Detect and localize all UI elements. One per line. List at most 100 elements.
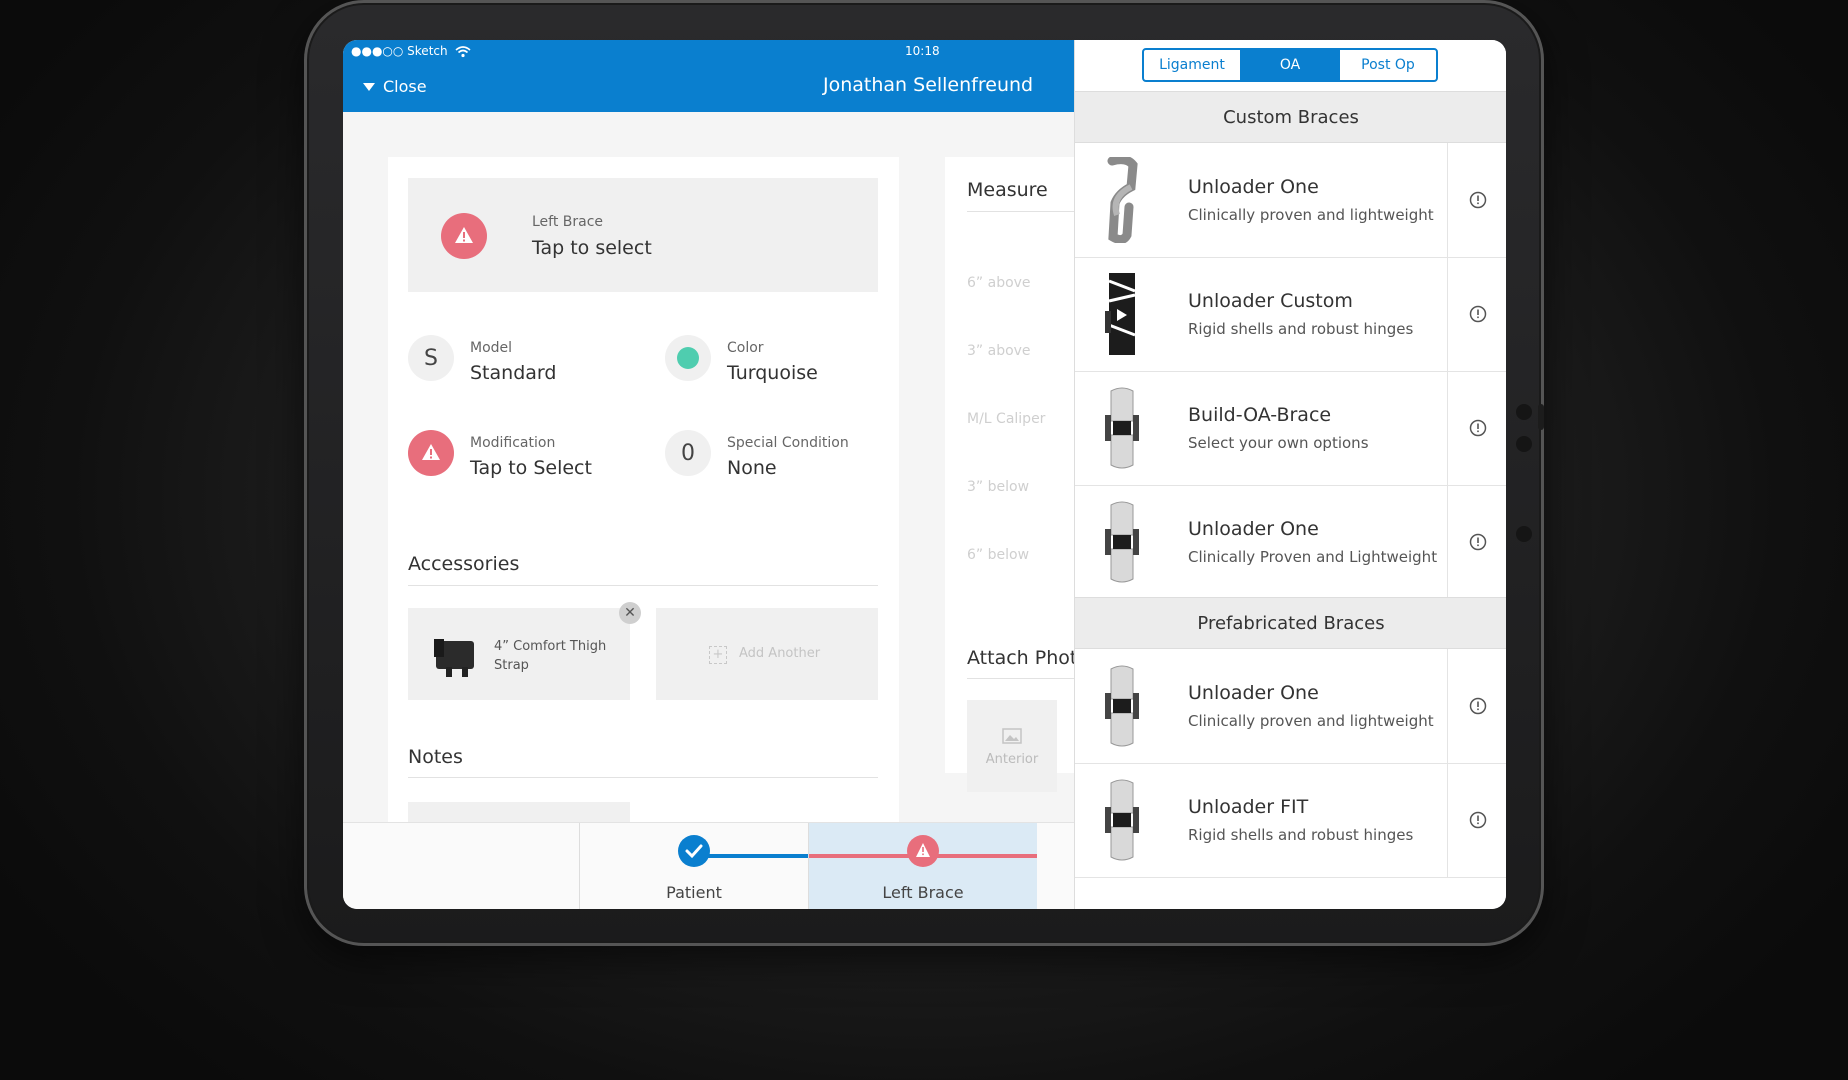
brace-image	[1105, 665, 1139, 747]
step-label: Left Brace	[882, 883, 964, 902]
brace-info-button[interactable]	[1447, 143, 1506, 257]
brace-description: Select your own options	[1188, 434, 1369, 452]
category-segmented-control: Ligament OA Post Op	[1142, 48, 1438, 82]
tab-ligament[interactable]: Ligament	[1144, 50, 1240, 80]
wifi-icon	[455, 45, 471, 57]
model-label: Model	[470, 340, 513, 356]
measure-row[interactable]: M/L Caliper	[967, 411, 1045, 427]
warning-icon	[422, 444, 440, 460]
thigh-strap-image	[434, 639, 474, 677]
divider	[967, 678, 1085, 679]
measure-row[interactable]: 6” above	[967, 275, 1031, 291]
brace-item[interactable]: Unloader Custom Rigid shells and robust …	[1075, 257, 1506, 372]
warning-icon	[907, 835, 939, 867]
accessory-item[interactable]: 4” Comfort Thigh Strap	[408, 608, 630, 700]
step-label: Patient	[666, 883, 722, 902]
remove-accessory-button[interactable]: ✕	[619, 602, 641, 624]
notes-title: Notes	[408, 746, 463, 768]
step-left-brace[interactable]: Left Brace	[808, 823, 1037, 909]
measure-title: Measure	[967, 179, 1048, 201]
camera-dot	[1516, 526, 1532, 542]
brace-details-card: Left Brace Tap to select S Model Standar…	[388, 157, 899, 857]
brace-image	[1105, 501, 1139, 583]
info-icon	[1469, 811, 1487, 829]
info-icon	[1469, 305, 1487, 323]
warning-icon	[455, 227, 473, 243]
carrier-signal: ●●●○○ Sketch	[351, 44, 448, 58]
brace-name: Build-OA-Brace	[1188, 404, 1332, 426]
brace-info-button[interactable]	[1447, 485, 1506, 599]
brace-image	[1105, 779, 1139, 861]
divider	[408, 777, 878, 778]
brace-info-button[interactable]	[1447, 649, 1506, 763]
image-icon	[1002, 728, 1022, 744]
tab-post-op[interactable]: Post Op	[1338, 50, 1436, 80]
side-button	[1538, 404, 1544, 430]
brace-image	[1105, 387, 1139, 469]
custom-braces-header: Custom Braces	[1075, 91, 1506, 143]
brace-description: Rigid shells and robust hinges	[1188, 320, 1414, 338]
info-icon	[1469, 697, 1487, 715]
warning-badge	[441, 213, 487, 259]
brace-name: Unloader One	[1188, 176, 1319, 198]
color-badge	[665, 335, 711, 381]
patient-name: Jonathan Sellenfreund	[823, 74, 1034, 96]
model-badge: S	[408, 335, 454, 381]
brace-item[interactable]: Build-OA-Brace Select your own options	[1075, 371, 1506, 486]
brace-name: Unloader One	[1188, 682, 1319, 704]
close-icon: ✕	[624, 605, 636, 621]
brace-info-button[interactable]	[1447, 371, 1506, 485]
progress-steps: Patient Left Brace	[343, 822, 1074, 909]
brace-description: Clinically proven and lightweight	[1188, 206, 1434, 224]
color-value: Turquoise	[727, 362, 818, 384]
brace-item[interactable]: Unloader One Clinically Proven and Light…	[1075, 485, 1506, 600]
info-icon	[1469, 533, 1487, 551]
brace-picker-panel: Ligament OA Post Op Custom Braces Unload…	[1074, 40, 1506, 909]
brace-description: Rigid shells and robust hinges	[1188, 826, 1414, 844]
accessory-name: 4” Comfort Thigh Strap	[494, 639, 607, 673]
check-icon	[678, 835, 710, 867]
color-label: Color	[727, 340, 764, 356]
brace-image	[1105, 273, 1136, 355]
measure-card: Measure 6” above 3” above M/L Caliper 3”…	[945, 157, 1085, 792]
left-brace-caption: Left Brace	[532, 214, 604, 230]
plus-icon: +	[709, 646, 727, 664]
brace-item[interactable]: Unloader One Clinically proven and light…	[1075, 649, 1506, 764]
special-condition-value: None	[727, 457, 777, 479]
step-connector	[694, 854, 808, 858]
accessories-title: Accessories	[408, 553, 520, 575]
camera-dot	[1516, 436, 1532, 452]
add-another-button[interactable]: + Add Another	[656, 608, 878, 700]
measure-row[interactable]: 3” below	[967, 479, 1029, 495]
brace-name: Unloader FIT	[1188, 796, 1309, 818]
status-time: 10:18	[905, 44, 940, 58]
step-patient[interactable]: Patient	[579, 823, 808, 909]
close-label: Close	[383, 77, 427, 96]
attach-photo-title: Attach Phot	[967, 647, 1078, 669]
info-icon	[1469, 419, 1487, 437]
tab-oa[interactable]: OA	[1240, 50, 1338, 80]
modification-label: Modification	[470, 435, 556, 451]
left-brace-value: Tap to select	[532, 237, 652, 259]
special-condition-badge: 0	[665, 430, 711, 476]
brace-item[interactable]: Unloader FIT Rigid shells and robust hin…	[1075, 763, 1506, 878]
anterior-photo-slot[interactable]: Anterior	[967, 700, 1057, 792]
special-condition-label: Special Condition	[727, 435, 849, 451]
left-brace-selector[interactable]: Left Brace Tap to select	[408, 178, 878, 292]
add-another-label: Add Another	[739, 646, 821, 661]
brace-image	[1107, 157, 1138, 243]
divider	[408, 585, 878, 586]
brace-info-button[interactable]	[1447, 763, 1506, 877]
camera-dot	[1516, 404, 1532, 420]
divider	[967, 211, 1085, 212]
status-bar: ●●●○○ Sketch 10:18	[351, 44, 940, 58]
brace-info-button[interactable]	[1447, 257, 1506, 371]
close-button[interactable]: Close	[363, 77, 427, 96]
brace-item[interactable]: Unloader One Clinically proven and light…	[1075, 143, 1506, 258]
measure-row[interactable]: 3” above	[967, 343, 1031, 359]
brace-name: Unloader Custom	[1188, 290, 1353, 312]
color-swatch	[677, 347, 699, 369]
measure-row[interactable]: 6” below	[967, 547, 1029, 563]
brace-name: Unloader One	[1188, 518, 1319, 540]
anterior-label: Anterior	[985, 752, 1039, 767]
